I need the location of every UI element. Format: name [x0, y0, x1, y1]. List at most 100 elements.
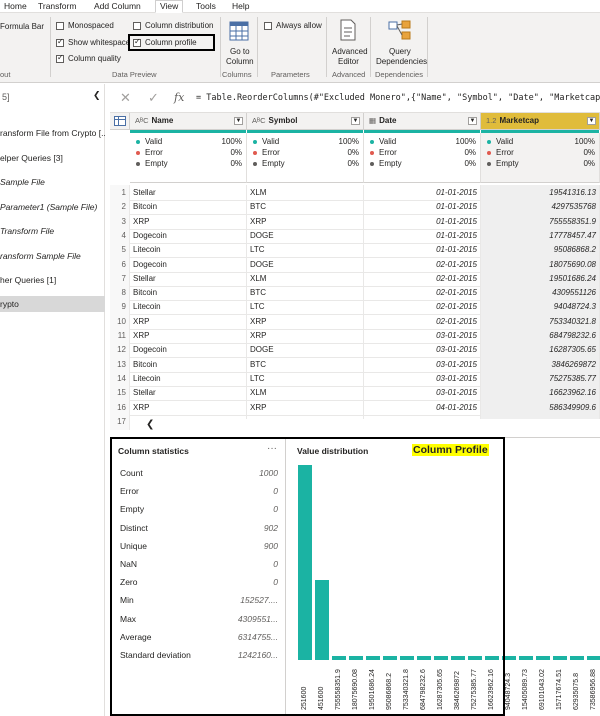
quality-dot-icon: [253, 161, 257, 166]
distribution-bar[interactable]: [332, 656, 346, 660]
query-item[interactable]: ransform File from Crypto [...: [0, 125, 105, 141]
advanced-editor-icon[interactable]: [339, 19, 357, 41]
quality-error-value: 0%: [347, 148, 359, 157]
query-item[interactable]: ransform Sample File: [0, 248, 105, 264]
column-header-name[interactable]: AᴮC Name ▼: [130, 113, 247, 130]
column-type-icon[interactable]: AᴮC: [252, 116, 266, 125]
query-item[interactable]: Sample File: [0, 174, 105, 190]
quality-valid-label: Valid: [487, 137, 513, 146]
statistic-row: Zero 0: [120, 577, 278, 587]
quality-empty-label: Empty: [253, 159, 285, 168]
cancel-icon[interactable]: ✕: [120, 90, 131, 106]
statistic-value: 900: [263, 540, 278, 551]
statistic-row: Unique 900: [120, 541, 278, 551]
statistic-label: Empty: [120, 504, 145, 515]
column-type-icon[interactable]: AᴮC: [135, 116, 149, 125]
distribution-x-label: 755558351.9: [335, 669, 342, 710]
quality-label-text: Empty: [496, 159, 519, 168]
tab-tools[interactable]: Tools: [196, 1, 216, 11]
query-item[interactable]: elper Queries [3]: [0, 150, 105, 166]
distribution-bar[interactable]: [451, 656, 465, 660]
always-allow-checkbox[interactable]: [264, 22, 272, 30]
column-filter-dropdown-icon[interactable]: ▼: [234, 117, 243, 125]
value-distribution-panel: Value distribution Column Profile 251600…: [287, 438, 600, 716]
tab-home[interactable]: Home: [4, 1, 27, 11]
scroll-left-icon[interactable]: ❮: [146, 419, 154, 430]
column-distribution-checkbox[interactable]: [133, 22, 141, 30]
statistic-value: 0: [273, 504, 278, 515]
tab-help[interactable]: Help: [232, 1, 249, 11]
tab-add-column[interactable]: Add Column: [94, 1, 141, 11]
column-type-icon[interactable]: ▦: [369, 116, 376, 125]
row-number: 17: [110, 413, 130, 430]
monospaced-checkbox[interactable]: [56, 22, 64, 30]
distribution-x-label: 684798232.6: [420, 669, 427, 710]
distribution-bar[interactable]: [553, 656, 567, 660]
distribution-x-label: 94048724.3: [505, 673, 512, 710]
column-filter-dropdown-icon[interactable]: ▼: [468, 117, 477, 125]
advanced-group-label: Advanced: [332, 70, 366, 79]
statistic-value: 152527....: [240, 595, 278, 606]
column-header-symbol[interactable]: AᴮC Symbol ▼: [247, 113, 364, 130]
distribution-bar[interactable]: [536, 656, 550, 660]
distribution-bar[interactable]: [434, 656, 448, 660]
column-profile-checkbox[interactable]: [133, 37, 141, 47]
quality-label-text: Valid: [262, 137, 280, 146]
query-item[interactable]: her Queries [1]: [0, 272, 105, 288]
distribution-bar[interactable]: [519, 656, 533, 660]
more-options-icon[interactable]: ···: [267, 443, 277, 454]
distribution-bar[interactable]: [349, 656, 363, 660]
distribution-bar[interactable]: [315, 580, 329, 660]
distribution-bar[interactable]: [366, 656, 380, 660]
distribution-bar[interactable]: [400, 656, 414, 660]
column-quality-summary: Valid 100% Error 0% Empty 0%: [130, 133, 247, 183]
distribution-bar[interactable]: [570, 656, 584, 660]
column-header-date[interactable]: ▦ Date ▼: [364, 113, 481, 130]
collapse-pane-icon[interactable]: ❮: [93, 90, 101, 101]
statistic-row: NaN 0: [120, 559, 278, 569]
distribution-bar[interactable]: [298, 465, 312, 660]
table-columns-icon[interactable]: [229, 21, 249, 41]
query-dependencies-icon[interactable]: [388, 20, 412, 40]
quality-dot-icon: [136, 139, 140, 144]
advanced-editor-label-1: Advanced: [332, 47, 368, 56]
distribution-bar[interactable]: [502, 656, 516, 660]
distribution-bar[interactable]: [383, 656, 397, 660]
columns-group-label: Columns: [222, 70, 252, 79]
commit-icon[interactable]: ✓: [148, 90, 159, 106]
statistic-value: 1000: [259, 468, 278, 478]
column-filter-dropdown-icon[interactable]: ▼: [587, 117, 596, 125]
tab-transform[interactable]: Transform: [38, 1, 76, 11]
quality-dot-icon: [253, 139, 257, 144]
show-whitespace-checkbox[interactable]: [56, 37, 64, 47]
column-header-marketcap[interactable]: 1.2 Marketcap ▼: [481, 113, 600, 130]
query-item[interactable]: Transform File: [0, 223, 105, 239]
distribution-bar[interactable]: [485, 656, 499, 660]
quality-valid-label: Valid: [253, 137, 279, 146]
tab-view[interactable]: View: [155, 0, 184, 13]
statistic-label: Error: [120, 486, 139, 497]
query-dependencies-label-2: Dependencies: [376, 57, 428, 66]
statistic-row: Standard deviation 1242160...: [120, 650, 278, 660]
statistic-value: 4309551...: [237, 613, 278, 624]
quality-dot-icon: [253, 150, 257, 155]
column-filter-dropdown-icon[interactable]: ▼: [351, 117, 360, 125]
quality-empty-label: Empty: [136, 159, 168, 168]
quality-error-value: 0%: [464, 148, 476, 157]
distribution-bar[interactable]: [468, 656, 482, 660]
column-quality-checkbox[interactable]: [56, 53, 64, 63]
horizontal-scrollbar[interactable]: ❮: [130, 419, 600, 432]
column-profile-pane: Column statistics ··· Count 1000 Error 0 Emp…: [110, 437, 600, 716]
formula-bar-toggle[interactable]: Formula Bar: [0, 22, 44, 31]
query-item[interactable]: Parameter1 (Sample File): [0, 199, 105, 215]
distribution-x-label: 753340321.8: [403, 669, 410, 710]
distribution-bar[interactable]: [417, 656, 431, 660]
column-statistics-title: Column statistics: [118, 446, 189, 456]
query-item[interactable]: rypto: [0, 296, 105, 312]
formula-text[interactable]: = Table.ReorderColumns(#"Excluded Monero…: [196, 93, 600, 103]
table-corner-icon[interactable]: [110, 113, 130, 130]
quality-valid-label: Valid: [136, 137, 162, 146]
ribbon-separator: [50, 17, 51, 77]
distribution-bar[interactable]: [587, 656, 600, 660]
column-type-icon[interactable]: 1.2: [486, 116, 496, 125]
